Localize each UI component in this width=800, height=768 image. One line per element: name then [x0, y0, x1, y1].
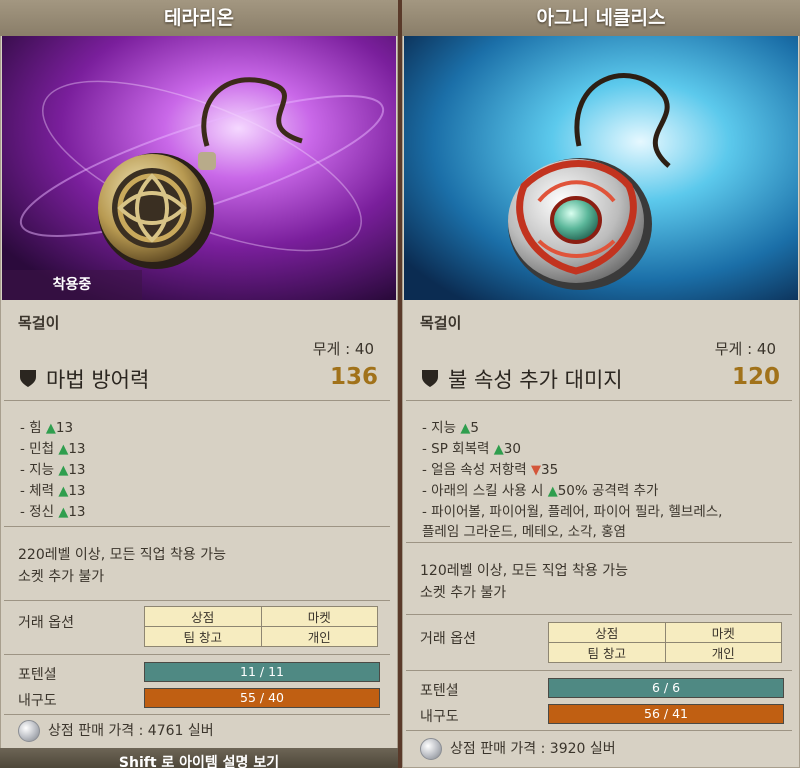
potential-bar: 6 / 6 [548, 678, 784, 698]
trade-options-table: 상점 마켓 팀 창고 개인 [548, 622, 782, 663]
durability-bar: 55 / 40 [144, 688, 380, 708]
item-type: 목걸이 [18, 314, 60, 332]
bonus-row: - 얼음 속성 저항력 ▼35 [422, 462, 559, 478]
main-stat-value: 136 [329, 364, 378, 390]
agni-necklace-image [404, 36, 798, 300]
divider [406, 400, 792, 401]
bonus-row: - 파이어볼, 파이어월, 플레어, 파이어 필라, 헬브레스, [422, 504, 723, 520]
sell-price: 상점 판매 가격 : 3920 실버 [450, 741, 616, 757]
bonus-row: - 민첩 ▲13 [20, 441, 86, 457]
terarion-necklace-image [2, 36, 396, 300]
divider [406, 542, 792, 543]
durability-label: 내구도 [420, 709, 459, 725]
item-type: 목걸이 [420, 314, 462, 332]
requirement-text: 220레벨 이상, 모든 직업 착용 가능 소켓 추가 불가 [18, 544, 226, 588]
potential-label: 포텐셜 [18, 667, 57, 683]
up-arrow-icon: ▲ [58, 463, 69, 478]
main-stat-name: 마법 방어력 [46, 368, 150, 392]
level-requirement: 220레벨 이상, 모든 직업 착용 가능 [18, 547, 226, 563]
divider [4, 600, 390, 601]
bonus-row: - SP 회복력 ▲30 [422, 441, 521, 457]
sell-price: 상점 판매 가격 : 4761 실버 [48, 723, 214, 739]
divider [406, 670, 792, 671]
main-stat-name: 불 속성 추가 대미지 [448, 368, 623, 392]
trade-option: 팀 창고 [548, 642, 666, 663]
item-image: 착용중 [2, 36, 396, 300]
bonus-row: - 아래의 스킬 사용 시 ▲50% 공격력 추가 [422, 483, 659, 499]
item-weight: 무게 : 40 [714, 340, 776, 358]
bonus-list: - 지능 ▲5 - SP 회복력 ▲30 - 얼음 속성 저항력 ▼35 - 아… [422, 418, 722, 542]
silver-coin-icon [18, 720, 40, 742]
divider [406, 730, 792, 731]
shift-hint-footer: Shift 로 아이템 설명 보기 [0, 748, 398, 768]
up-arrow-icon: ▲ [58, 484, 69, 499]
potential-bar: 11 / 11 [144, 662, 380, 682]
down-arrow-icon: ▼ [530, 463, 541, 478]
up-arrow-icon: ▲ [58, 505, 69, 520]
socket-info: 소켓 추가 불가 [18, 569, 105, 585]
sell-price-row: 상점 판매 가격 : 3920 실버 [420, 738, 616, 760]
trade-option: 팀 창고 [144, 626, 262, 647]
item-title: 아그니 네클리스 [402, 0, 800, 36]
trade-option: 개인 [260, 626, 378, 647]
up-arrow-icon: ▲ [58, 442, 69, 457]
trade-option: 상점 [144, 606, 262, 627]
bonus-list: - 힘 ▲13 - 민첩 ▲13 - 지능 ▲13 - 체력 ▲13 - 정신 … [20, 418, 86, 523]
divider [4, 714, 390, 715]
trade-option: 상점 [548, 622, 666, 643]
socket-info: 소켓 추가 불가 [420, 585, 507, 601]
potential-label: 포텐셜 [420, 683, 459, 699]
divider [406, 614, 792, 615]
bonus-row: - 정신 ▲13 [20, 504, 86, 520]
item-tooltip-agni-necklace: 아그니 네클리스 목걸이 무게: 40 불 속성 추가 대미지 120 - 지… [402, 0, 800, 768]
main-stat-value: 120 [731, 364, 780, 390]
bonus-row: - 체력 ▲13 [20, 483, 86, 499]
item-title: 테라리온 [0, 0, 398, 36]
item-weight: 무게 : 40 [312, 340, 374, 358]
up-arrow-icon: ▲ [547, 484, 558, 499]
trade-options-label: 거래 옵션 [420, 631, 476, 647]
divider [4, 654, 390, 655]
requirement-text: 120레벨 이상, 모든 직업 착용 가능 소켓 추가 불가 [420, 560, 628, 604]
item-image [404, 36, 798, 300]
bonus-row: - 지능 ▲5 [422, 420, 479, 436]
up-arrow-icon: ▲ [45, 421, 56, 436]
item-tooltip-terarion: 테라리온 착용중 목걸이 무게: 40 마법 방어력 136 - 힘 ▲13 … [0, 0, 398, 768]
durability-bar: 56 / 41 [548, 704, 784, 724]
bonus-row: 플레임 그라운드, 메테오, 소각, 홍염 [422, 524, 626, 540]
level-requirement: 120레벨 이상, 모든 직업 착용 가능 [420, 563, 628, 579]
divider [4, 526, 390, 527]
trade-option: 마켓 [260, 606, 378, 627]
shield-icon [422, 370, 438, 387]
divider [4, 400, 390, 401]
durability-label: 내구도 [18, 693, 57, 709]
trade-options-label: 거래 옵션 [18, 615, 74, 631]
shield-icon [20, 370, 36, 387]
up-arrow-icon: ▲ [460, 421, 471, 436]
trade-options-table: 상점 마켓 팀 창고 개인 [144, 606, 378, 647]
sell-price-row: 상점 판매 가격 : 4761 실버 [18, 720, 214, 742]
trade-option: 개인 [664, 642, 782, 663]
silver-coin-icon [420, 738, 442, 760]
up-arrow-icon: ▲ [493, 442, 504, 457]
trade-option: 마켓 [664, 622, 782, 643]
bonus-row: - 힘 ▲13 [20, 420, 74, 436]
equipped-badge: 착용중 [2, 270, 142, 300]
bonus-row: - 지능 ▲13 [20, 462, 86, 478]
